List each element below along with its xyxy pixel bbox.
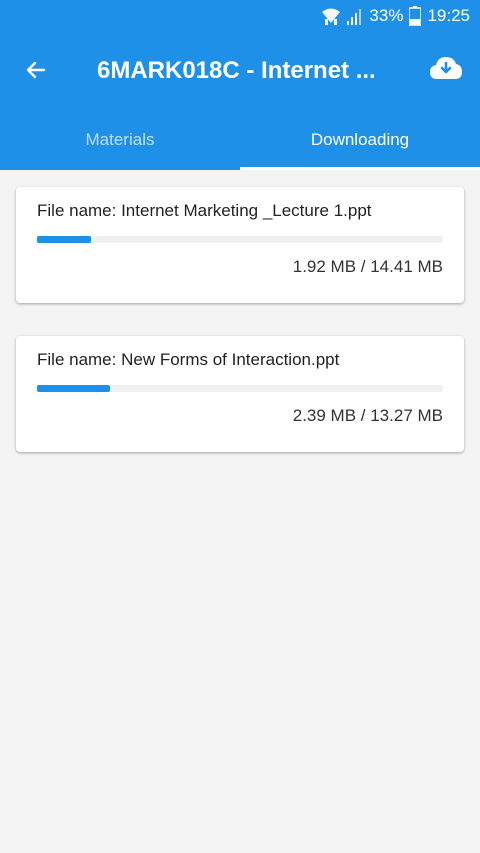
clock: 19:25 [427,6,470,25]
page-title: 6MARK018C - Internet ... [97,57,376,84]
status-bar: 33% 19:25 [0,0,480,32]
progress-track [37,385,443,392]
progress-fill [37,236,91,243]
wifi-icon [321,7,341,25]
tab-materials[interactable]: Materials [0,110,240,170]
back-button[interactable] [18,54,54,90]
file-size: 2.39 MB / 13.27 MB [292,406,443,425]
status-icons: 33% 19:25 [321,6,470,26]
file-name: File name: Internet Marketing _Lecture 1… [37,201,372,220]
progress-track [37,236,443,243]
app-bar: 33% 19:25 6MARK018C - Internet ... Mater… [0,0,480,170]
progress-fill [37,385,111,392]
file-size: 1.92 MB / 14.41 MB [292,257,443,276]
signal-icon [347,7,363,25]
download-card: File name: Internet Marketing _Lecture 1… [16,187,464,303]
file-name: File name: New Forms of Interaction.ppt [37,350,340,369]
download-button[interactable] [428,52,464,88]
download-card: File name: New Forms of Interaction.ppt … [16,336,464,452]
cloud-download-icon [429,55,463,86]
tab-downloading[interactable]: Downloading [240,110,480,170]
battery-percent: 33% [369,6,404,25]
battery-icon [409,6,422,26]
tab-bar: Materials Downloading [0,110,480,170]
toolbar: 6MARK018C - Internet ... [0,32,480,110]
back-arrow-icon [24,58,48,87]
